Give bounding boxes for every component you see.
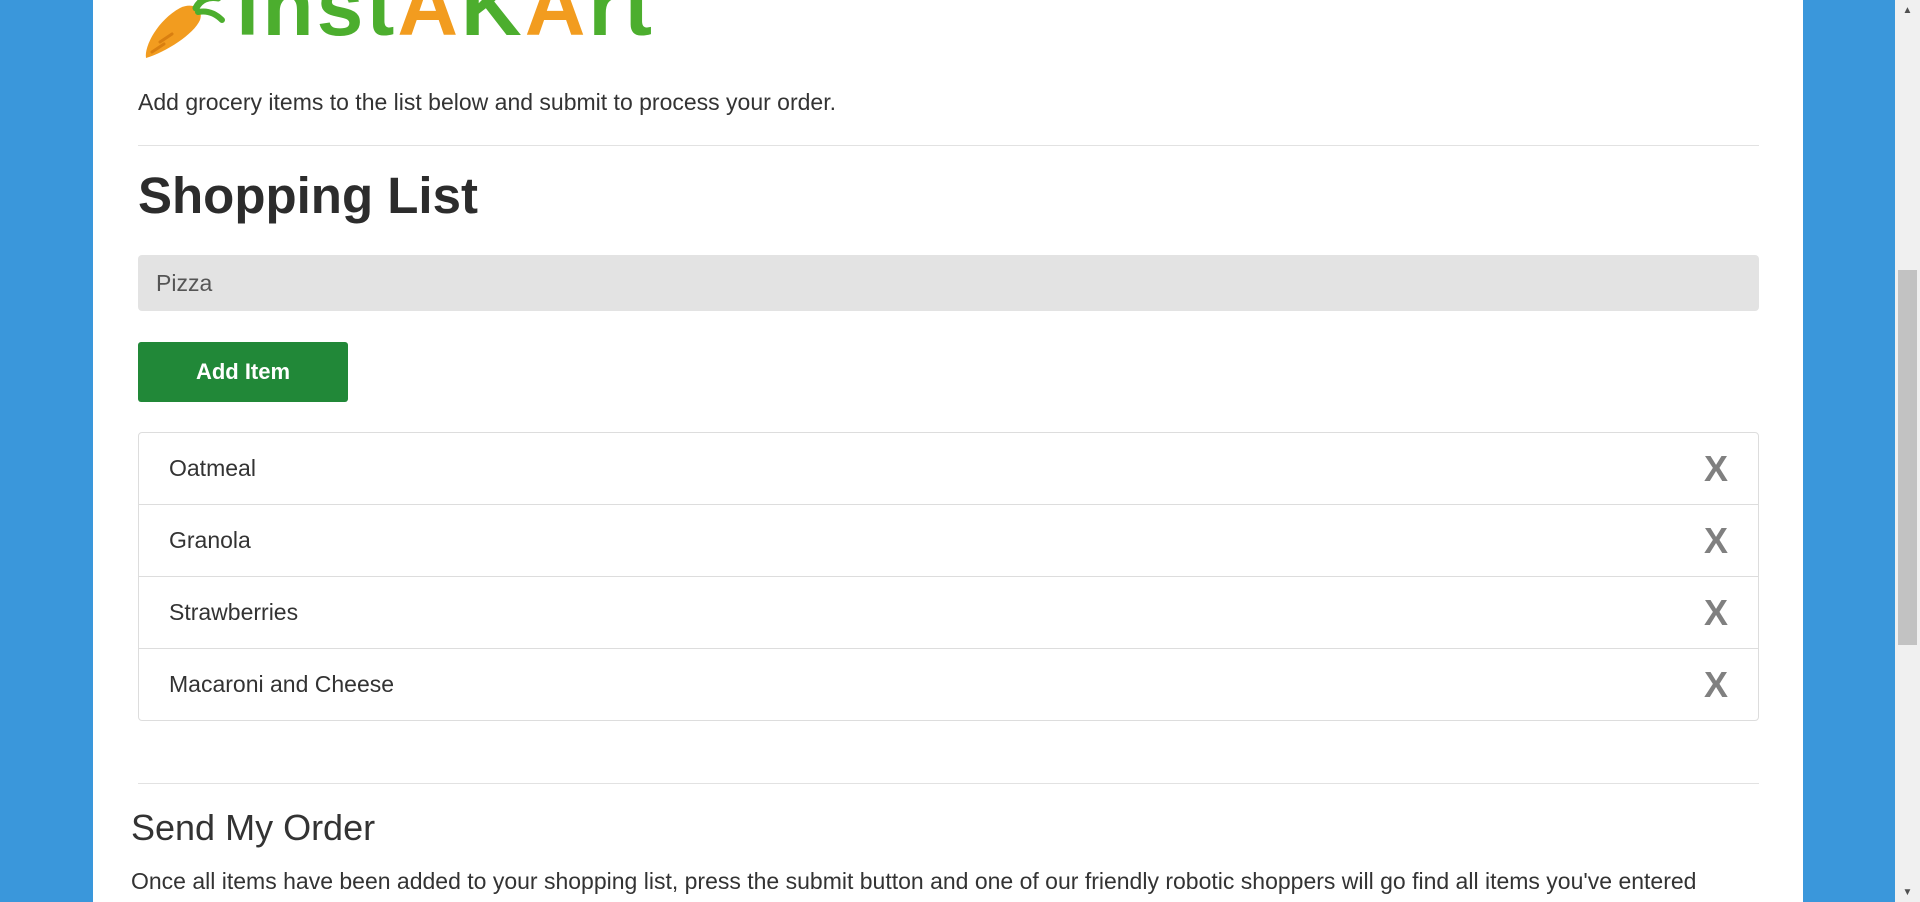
page-container: instAKArt Add grocery items to the list … (93, 0, 1803, 902)
scroll-up-icon[interactable]: ▲ (1895, 0, 1920, 20)
scroll-thumb[interactable] (1898, 270, 1917, 645)
logo-text-end: rt (588, 0, 656, 53)
list-item: Strawberries X (139, 577, 1758, 649)
send-order-text: Once all items have been added to your s… (131, 868, 1697, 894)
divider-top (138, 145, 1759, 146)
list-item-label: Granola (169, 527, 251, 553)
list-item-label: Macaroni and Cheese (169, 671, 395, 697)
remove-item-button[interactable]: X (1704, 666, 1728, 703)
list-item-label: Strawberries (169, 599, 299, 625)
divider-bottom (138, 783, 1759, 784)
logo-wordmark: instAKArt (236, 0, 655, 48)
list-item: Granola X (139, 505, 1758, 577)
remove-item-button[interactable]: X (1704, 450, 1728, 487)
shopping-list-title: Shopping List (138, 167, 478, 224)
scroll-down-icon[interactable]: ▼ (1895, 882, 1920, 902)
logo-text-start: inst (236, 0, 398, 53)
logo-text-k: K (461, 0, 525, 53)
carrot-icon (145, 0, 225, 58)
list-item-label: Oatmeal (169, 455, 256, 481)
item-input[interactable] (138, 255, 1759, 311)
shopping-list: Oatmeal X Granola X Strawberries X Macar… (138, 432, 1759, 721)
list-item: Macaroni and Cheese X (139, 649, 1758, 720)
list-item: Oatmeal X (139, 433, 1758, 505)
logo-text-a1: A (397, 0, 462, 53)
remove-item-button[interactable]: X (1704, 522, 1728, 559)
intro-text: Add grocery items to the list below and … (138, 89, 836, 115)
send-order-title: Send My Order (131, 807, 376, 848)
add-item-button[interactable]: Add Item (138, 342, 348, 402)
logo-text-a2: A (524, 0, 589, 53)
vertical-scrollbar[interactable]: ▲ ▼ (1895, 0, 1920, 902)
remove-item-button[interactable]: X (1704, 594, 1728, 631)
instakart-logo[interactable]: instAKArt (138, 0, 652, 66)
